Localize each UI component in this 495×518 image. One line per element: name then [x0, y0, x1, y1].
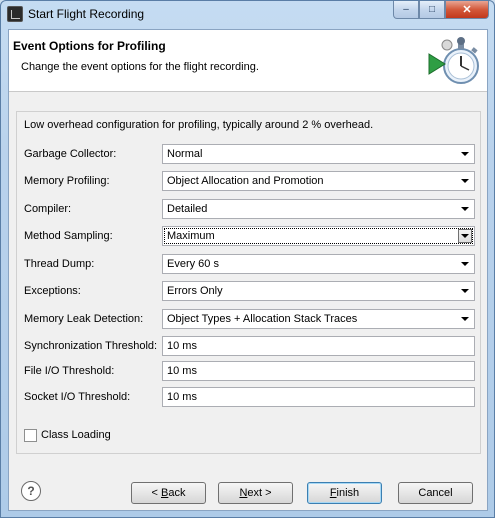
configuration-description: Low overhead configuration for profiling… — [24, 119, 374, 131]
next-button-mnemonic: N — [239, 487, 248, 499]
socket-io-threshold-label: Socket I/O Threshold: — [24, 391, 131, 403]
minimize-button[interactable]: – — [393, 1, 419, 19]
finish-button-mnemonic: F — [329, 487, 337, 499]
compiler-label: Compiler: — [24, 203, 72, 215]
garbage-collector-label: Garbage Collector: — [24, 148, 117, 160]
back-button[interactable]: < Back — [131, 482, 206, 504]
close-button[interactable]: ✕ — [445, 1, 489, 19]
memory-profiling-select[interactable]: Object Allocation and Promotion — [162, 171, 475, 191]
chevron-down-icon — [458, 229, 472, 243]
dialog-window: Start Flight Recording – □ ✕ Event Optio… — [0, 0, 495, 518]
finish-button[interactable]: Finish — [307, 482, 382, 504]
window-title: Start Flight Recording — [28, 7, 145, 21]
chevron-down-icon — [458, 147, 472, 161]
thread-dump-label: Thread Dump: — [24, 258, 95, 270]
chevron-down-icon — [458, 202, 472, 216]
chevron-down-icon — [458, 174, 472, 188]
memory-profiling-value: Object Allocation and Promotion — [167, 175, 324, 187]
file-io-threshold-label: File I/O Threshold: — [24, 365, 115, 377]
memory-leak-detection-value: Object Types + Allocation Stack Traces — [167, 313, 358, 325]
event-options-group: Low overhead configuration for profiling… — [16, 111, 481, 454]
garbage-collector-value: Normal — [167, 148, 203, 160]
maximize-button[interactable]: □ — [419, 1, 445, 19]
dialog-client-area: Event Options for Profiling Change the e… — [8, 29, 488, 511]
thread-dump-select[interactable]: Every 60 s — [162, 254, 475, 274]
window-controls: – □ ✕ — [393, 1, 489, 20]
compiler-value: Detailed — [167, 203, 208, 215]
page-description: Change the event options for the flight … — [21, 61, 259, 73]
help-icon[interactable]: ? — [21, 481, 41, 501]
garbage-collector-select[interactable]: Normal — [162, 144, 475, 164]
page-title: Event Options for Profiling — [13, 39, 166, 53]
method-sampling-label: Method Sampling: — [24, 230, 113, 242]
next-button[interactable]: Next > — [218, 482, 293, 504]
sync-threshold-label: Synchronization Threshold: — [24, 340, 158, 352]
memory-leak-detection-select[interactable]: Object Types + Allocation Stack Traces — [162, 309, 475, 329]
method-sampling-select[interactable]: Maximum — [162, 226, 475, 246]
chevron-down-icon — [458, 312, 472, 326]
back-button-label: ack — [168, 487, 186, 499]
cancel-button[interactable]: Cancel — [398, 482, 473, 504]
memory-profiling-label: Memory Profiling: — [24, 175, 110, 187]
exceptions-select[interactable]: Errors Only — [162, 281, 475, 301]
wizard-header: Event Options for Profiling Change the e… — [9, 30, 487, 92]
app-icon — [7, 6, 23, 22]
next-button-label: ext > — [247, 487, 272, 499]
compiler-select[interactable]: Detailed — [162, 199, 475, 219]
socket-io-threshold-input[interactable] — [162, 387, 475, 407]
back-button-prefix: < — [151, 487, 161, 499]
class-loading-checkbox[interactable] — [24, 429, 37, 442]
chevron-down-icon — [458, 284, 472, 298]
method-sampling-value: Maximum — [167, 230, 215, 242]
title-bar[interactable]: Start Flight Recording – □ ✕ — [1, 1, 494, 27]
thread-dump-value: Every 60 s — [167, 258, 219, 270]
finish-button-label: inish — [336, 487, 360, 499]
chevron-down-icon — [458, 257, 472, 271]
stopwatch-recording-icon — [428, 37, 479, 84]
sync-threshold-input[interactable] — [162, 336, 475, 356]
exceptions-label: Exceptions: — [24, 285, 81, 297]
class-loading-label[interactable]: Class Loading — [41, 429, 111, 441]
exceptions-value: Errors Only — [167, 285, 223, 297]
file-io-threshold-input[interactable] — [162, 361, 475, 381]
back-button-mnemonic: B — [161, 487, 169, 499]
memory-leak-detection-label: Memory Leak Detection: — [24, 313, 144, 325]
